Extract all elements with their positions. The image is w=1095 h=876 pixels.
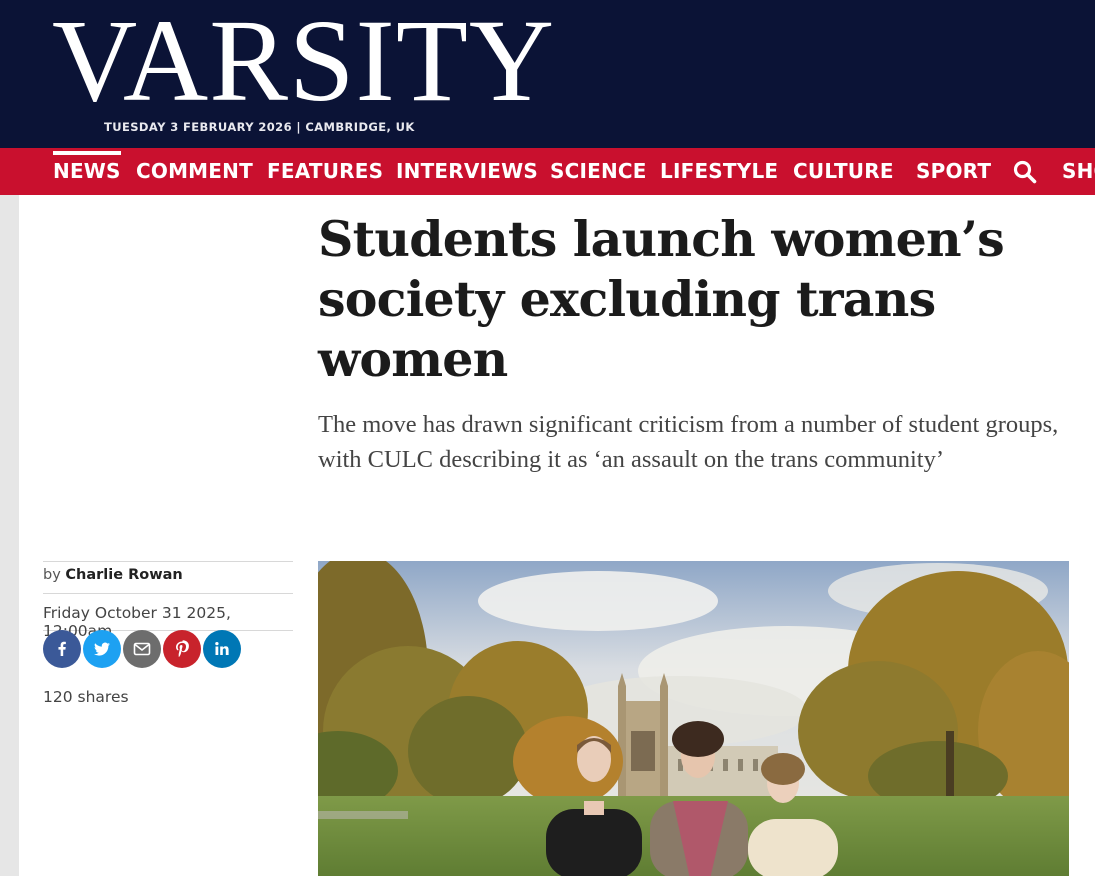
nav-item-shop[interactable]: SHO [1062,148,1095,195]
nav-item-lifestyle[interactable]: LIFESTYLE [660,148,778,195]
publish-date: Friday October 31 2025, 12:00am [43,593,293,640]
pinterest-icon [176,640,189,657]
byline: by Charlie Rowan [43,561,293,593]
email-share-button[interactable] [123,630,161,668]
search-icon[interactable] [1012,159,1038,185]
masthead: VARSITY TUESDAY 3 FEBRUARY 2026 | CAMBRI… [0,0,1095,148]
nav-item-science[interactable]: SCIENCE [550,148,647,195]
pinterest-share-button[interactable] [163,630,201,668]
facebook-share-button[interactable] [43,630,81,668]
nav-item-culture[interactable]: CULTURE [793,148,894,195]
nav-item-comment[interactable]: COMMENT [136,148,253,195]
article-meta: by Charlie Rowan Friday October 31 2025,… [43,561,293,706]
author-link[interactable]: Charlie Rowan [65,567,182,583]
share-count: 120 shares [43,688,129,706]
main-nav: NEWS COMMENT FEATURES INTERVIEWS SCIENCE… [0,148,1095,195]
linkedin-share-button[interactable] [203,630,241,668]
byline-prefix: by [43,567,61,583]
twitter-icon [94,642,110,656]
email-icon [133,642,151,656]
article-headline: Students launch women’s society excludin… [318,210,1005,388]
dateline: TUESDAY 3 FEBRUARY 2026 | CAMBRIDGE, UK [104,120,415,134]
nav-item-features[interactable]: FEATURES [267,148,383,195]
twitter-share-button[interactable] [83,630,121,668]
facebook-icon [58,641,66,656]
page-gutter [0,195,19,876]
linkedin-icon [215,641,229,655]
nav-item-interviews[interactable]: INTERVIEWS [396,148,538,195]
article-photo[interactable] [318,561,1069,876]
nav-item-news[interactable]: NEWS [53,148,121,195]
nav-item-sport[interactable]: SPORT [916,148,991,195]
site-logo[interactable]: VARSITY [52,2,555,120]
article-standfirst: The move has drawn significant criticism… [318,411,1059,473]
